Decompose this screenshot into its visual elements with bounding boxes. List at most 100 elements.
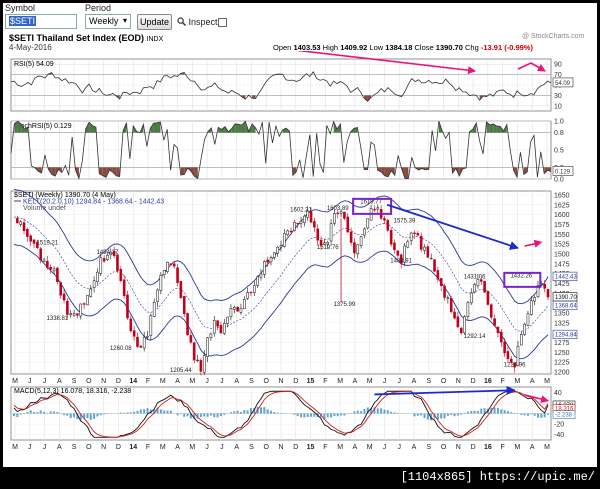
macd-histogram-bar (547, 413, 549, 415)
x-axis-label-macd: J (383, 444, 387, 451)
x-axis-label-price: O (86, 378, 92, 385)
candle-body (543, 283, 546, 289)
macd-histogram-bar (543, 413, 546, 418)
macd-histogram-bar (96, 413, 99, 417)
price-value-tag: 1368.64 (555, 304, 577, 310)
macd-histogram-bar (186, 413, 189, 417)
stochrsi-high-fill (157, 122, 161, 133)
macd-histogram-bar (536, 413, 539, 418)
macd-histogram-bar (166, 410, 169, 414)
period-select[interactable]: Weekly ▾ (85, 14, 131, 29)
macd-histogram-bar (506, 411, 509, 414)
x-axis-label-price: F (323, 378, 327, 385)
candle-body (303, 215, 306, 223)
candle-body (222, 323, 226, 334)
candle-body (19, 221, 22, 225)
macd-histogram-bar (426, 413, 429, 420)
macd-histogram-bar (49, 411, 52, 414)
macd-histogram-bar (159, 409, 162, 414)
macd-histogram-bar (129, 412, 132, 414)
candle-body (363, 228, 366, 236)
x-axis-label-macd: O (263, 444, 269, 451)
candle-body (293, 222, 296, 231)
price-tick-label: 1550 (554, 232, 570, 239)
macd-histogram-bar (310, 413, 313, 417)
footer-text: [1104x865] https://upic.me/ (400, 470, 595, 484)
macd-histogram-bar (386, 410, 389, 414)
inspect-checkbox[interactable] (218, 18, 227, 27)
macd-histogram-bar (500, 409, 503, 414)
x-axis-label-price: S (426, 378, 431, 385)
candle-body (393, 242, 396, 250)
candle-body (266, 259, 269, 263)
candle-body (436, 270, 440, 280)
candle-body (82, 303, 86, 305)
x-axis-label-macd: F (501, 444, 505, 451)
inspect-label: Inspect (188, 17, 218, 27)
candle-body (459, 327, 463, 334)
macd-histogram-bar (13, 413, 15, 417)
candle-body (212, 320, 216, 334)
macd-histogram-bar (460, 413, 463, 415)
candle-body (69, 313, 73, 316)
x-axis-label-price: M (160, 378, 166, 385)
price-value-tag: 1390.70 (555, 295, 577, 301)
macd-histogram-bar (219, 413, 222, 417)
candle-body (329, 223, 333, 242)
price-annotation: 1519.76 (317, 245, 339, 251)
candle-body (72, 313, 76, 316)
candle-body (269, 257, 273, 263)
macd-histogram-bar (223, 413, 226, 415)
stochrsi-low-fill (116, 167, 120, 177)
macd-histogram-bar (296, 413, 299, 417)
candle-body (186, 313, 189, 336)
x-axis-label-price: 16 (484, 378, 492, 385)
price-annotation: 1260.08 (110, 346, 132, 352)
x-axis-label-macd: A (412, 444, 417, 451)
candle-body (39, 248, 42, 261)
macd-histogram-bar (450, 413, 453, 415)
macd-histogram-bar (300, 413, 303, 418)
x-axis-label-price: 15 (307, 378, 315, 385)
inspect-toggle[interactable]: Inspect (177, 17, 218, 27)
x-axis-label-macd: F (323, 444, 327, 451)
candle-body (56, 267, 59, 282)
stochrsi-low-fill (180, 167, 185, 176)
macd-histogram-bar (446, 413, 449, 416)
candle-body (92, 280, 96, 288)
macd-histogram-bar (533, 413, 536, 416)
candle-body (159, 275, 163, 291)
stochrsi-high-fill (489, 123, 494, 133)
price-value-tag: 1442.43 (555, 275, 577, 281)
symbol-input[interactable]: $SETI (5, 14, 77, 29)
x-axis-label-macd: 14 (129, 444, 137, 451)
candle-body (263, 261, 266, 275)
macd-histogram-bar (26, 412, 29, 414)
macd-histogram-bar (333, 413, 336, 417)
macd-tick-label: 40 (554, 390, 562, 397)
x-axis-label-price: N (278, 378, 283, 385)
rsi-tick-label: 10 (554, 103, 562, 110)
candle-body (256, 276, 259, 286)
x-axis-label-macd: D (116, 444, 121, 451)
candle-body (409, 232, 413, 241)
macd-histogram-bar (356, 410, 359, 414)
x-axis-label-macd: D (471, 444, 476, 451)
x-axis-label-price: M (337, 378, 343, 385)
x-axis-label-price: F (501, 378, 505, 385)
x-axis-label-macd: M (337, 444, 343, 451)
x-axis-label-price: D (471, 378, 476, 385)
macd-histogram-bar (126, 412, 129, 414)
macd-histogram-bar (99, 413, 102, 416)
candle-body (279, 245, 283, 248)
macd-histogram-bar (303, 413, 306, 418)
macd-histogram-bar (179, 413, 182, 415)
update-button[interactable]: Update (137, 14, 172, 30)
macd-histogram-bar (169, 410, 172, 414)
price-tick-label: 1200 (554, 370, 570, 377)
candle-body (276, 246, 279, 254)
candle-body (289, 230, 293, 233)
candle-body (42, 259, 46, 262)
macd-histogram-bar (513, 412, 516, 414)
macd-histogram-bar (443, 413, 446, 419)
